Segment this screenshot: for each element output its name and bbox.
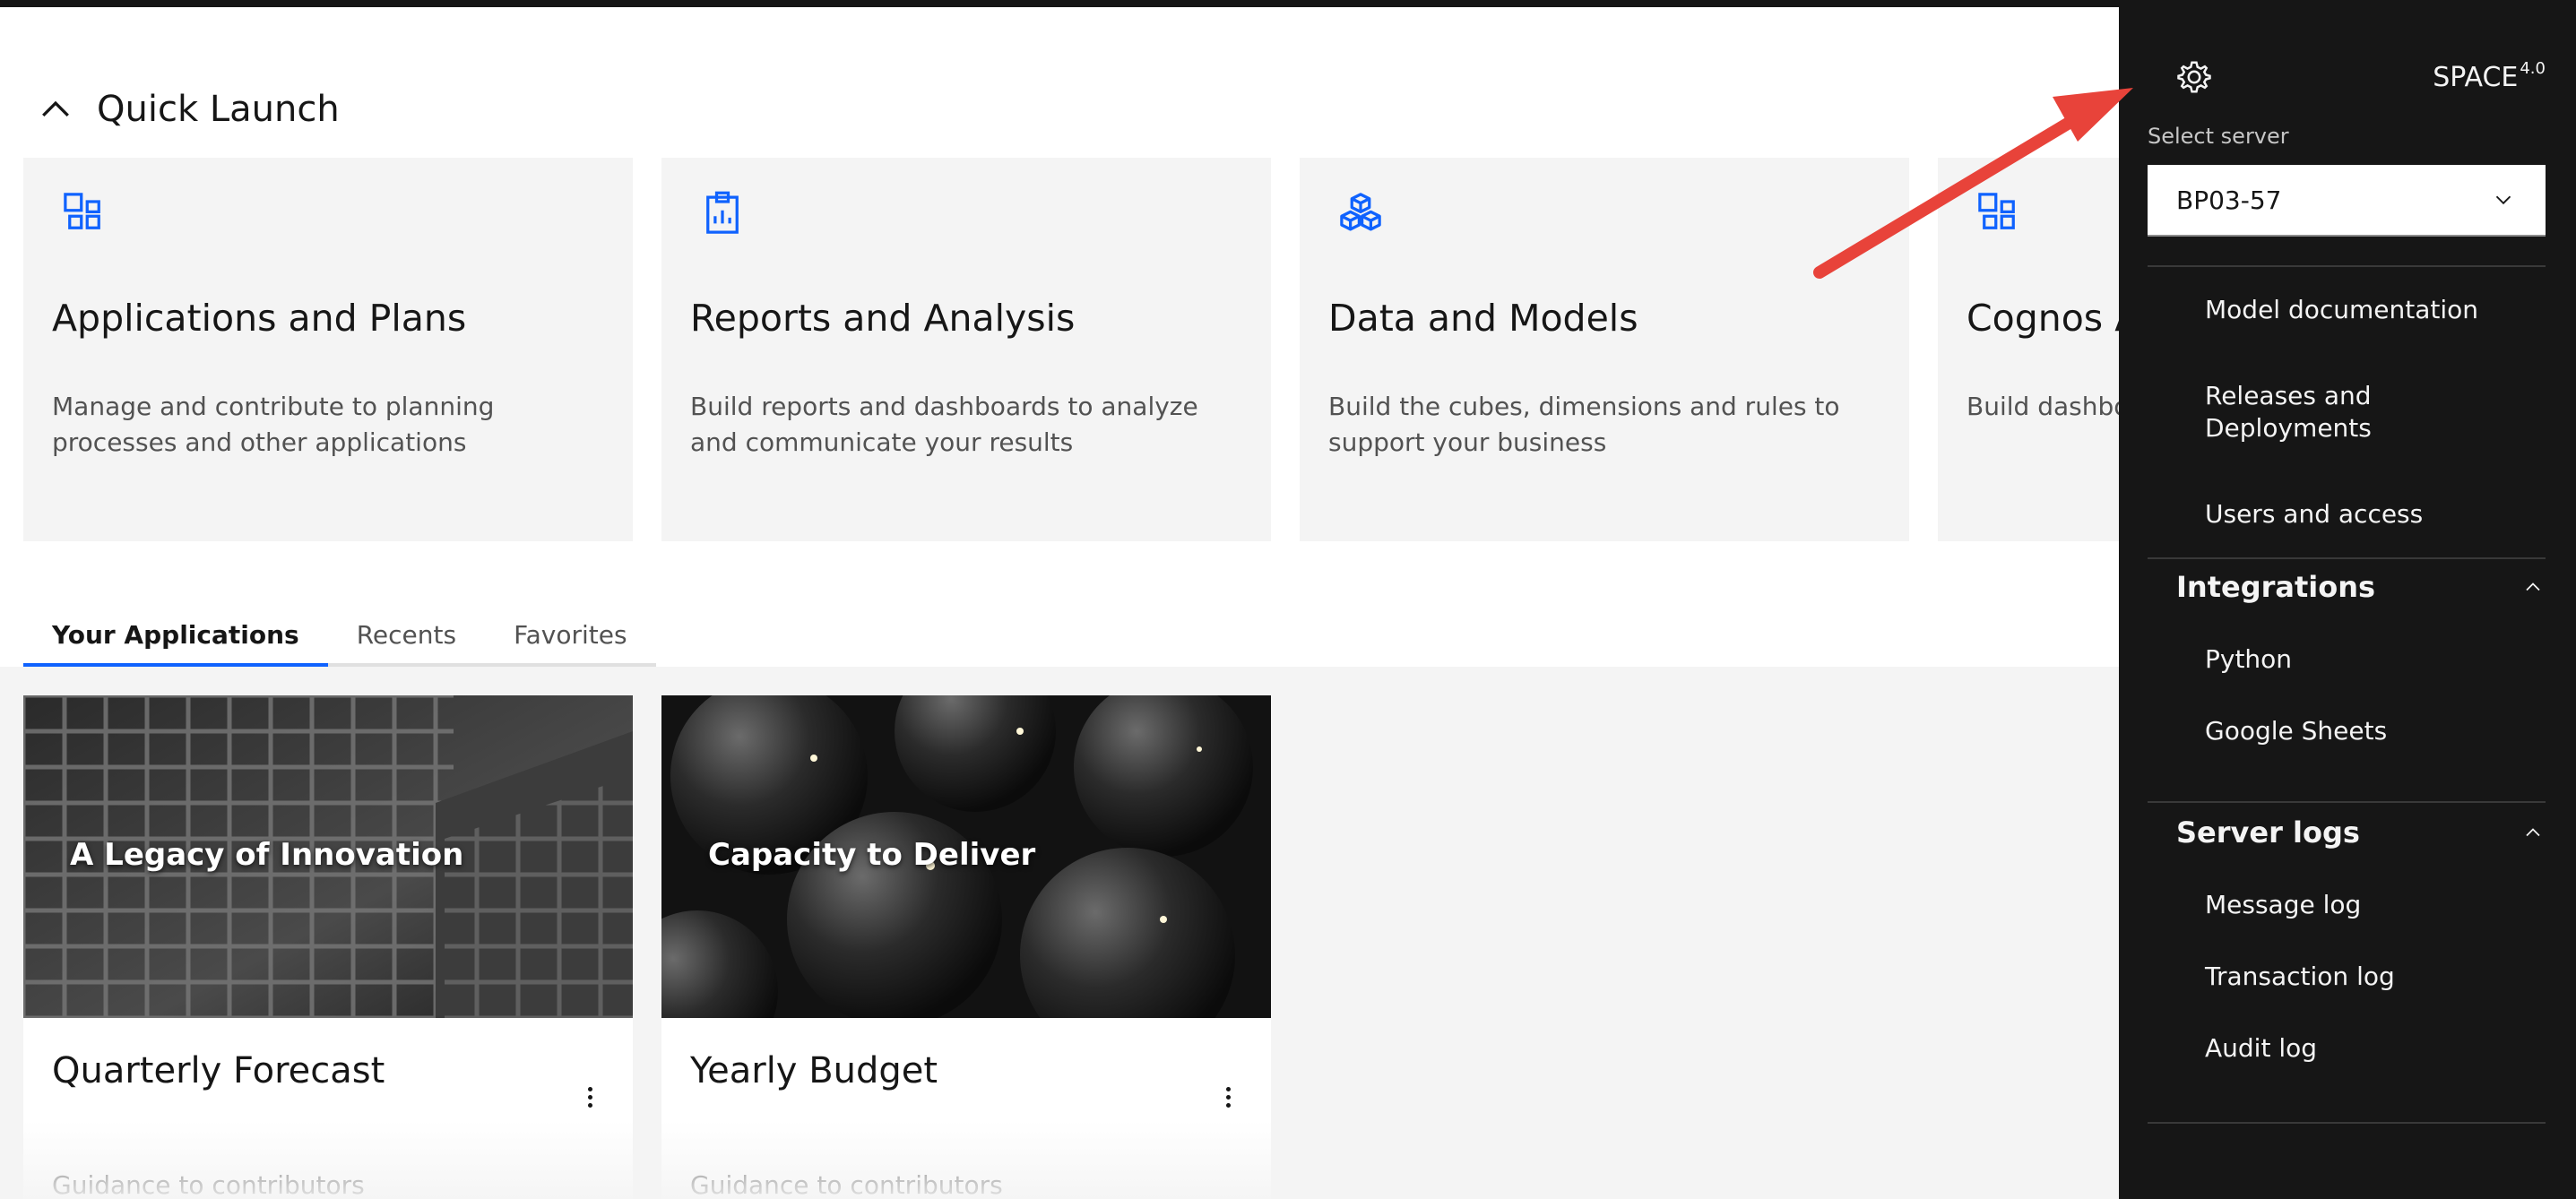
side-panel: SPACE 4.0 Select server BP03-57 Model doc… (2119, 0, 2576, 1199)
card-description: Build the cubes, dimensions and rules to… (1328, 392, 1840, 457)
section-title: Integrations (2176, 570, 2376, 604)
application-tabs: Your Applications Recents Favorites (23, 606, 656, 667)
tab-favorites[interactable]: Favorites (485, 606, 656, 667)
app-name: Quarterly Forecast (52, 1050, 385, 1091)
overflow-menu-icon[interactable] (1217, 1079, 1239, 1115)
chevron-down-icon (2495, 195, 2511, 205)
server-value: BP03-57 (2176, 185, 2282, 215)
card-title: Data and Models (1328, 297, 1638, 340)
app-tile-quarterly-forecast[interactable]: A Legacy of Innovation Quarterly Forecas… (23, 695, 633, 1199)
card-reports-and-analysis[interactable]: Reports and Analysis Build reports and d… (661, 158, 1271, 541)
app-guidance: Guidance to contributors (52, 1170, 365, 1199)
divider (2148, 801, 2546, 803)
menu-item-releases-and-deployments[interactable]: Releases and Deployments (2205, 380, 2528, 444)
card-title: Applications and Plans (52, 297, 467, 340)
section-integrations[interactable]: Integrations (2176, 570, 2546, 604)
card-description: Build reports and dashboards to analyze … (690, 392, 1198, 457)
applications-icon (1978, 193, 2015, 229)
card-data-and-models[interactable]: Data and Models Build the cubes, dimensi… (1300, 158, 1909, 541)
divider (2148, 1122, 2546, 1124)
quick-launch-cards: Applications and Plans Manage and contri… (0, 158, 2119, 541)
select-server-label: Select server (2148, 124, 2289, 149)
app-guidance: Guidance to contributors (690, 1170, 1003, 1199)
top-bar (0, 0, 2119, 7)
cubes-icon (1340, 193, 1381, 231)
brand-version: 4.0 (2520, 59, 2546, 78)
menu-item-transaction-log[interactable]: Transaction log (2205, 961, 2528, 993)
chevron-up-icon (2526, 828, 2540, 837)
tab-recents[interactable]: Recents (327, 606, 486, 667)
menu-item-model-documentation[interactable]: Model documentation (2205, 294, 2528, 326)
card-title: Reports and Analysis (690, 297, 1076, 340)
quick-launch-title: Quick Launch (97, 89, 340, 130)
card-title: Cognos Analytics (1967, 297, 2119, 340)
overflow-menu-icon[interactable] (579, 1079, 601, 1115)
brand-label: SPACE 4.0 (2433, 59, 2546, 93)
section-server-logs[interactable]: Server logs (2176, 815, 2546, 850)
card-description: Build dashboards (1967, 392, 2119, 421)
applications-icon (64, 193, 100, 229)
server-select[interactable]: BP03-57 (2148, 165, 2546, 237)
divider (2148, 265, 2546, 267)
quick-launch-header[interactable]: Quick Launch (36, 82, 340, 136)
chevron-up-icon[interactable] (36, 90, 75, 129)
section-title: Server logs (2176, 815, 2360, 850)
brand-name: SPACE (2433, 62, 2519, 93)
divider (2148, 557, 2546, 559)
menu-item-users-and-access[interactable]: Users and access (2205, 498, 2528, 530)
card-cognos-analytics[interactable]: Cognos Analytics Build dashboards (1938, 158, 2119, 541)
report-clipboard-icon (706, 191, 739, 234)
card-description: Manage and contribute to planning proces… (52, 392, 495, 457)
card-applications-and-plans[interactable]: Applications and Plans Manage and contri… (23, 158, 633, 541)
chevron-up-icon (2526, 582, 2540, 591)
menu-item-google-sheets[interactable]: Google Sheets (2205, 715, 2528, 747)
tab-your-applications[interactable]: Your Applications (23, 606, 328, 667)
menu-item-message-log[interactable]: Message log (2205, 889, 2528, 921)
gear-icon[interactable] (2176, 59, 2212, 95)
app-tile-yearly-budget[interactable]: Capacity to Deliver Yearly Budget Guidan… (661, 695, 1271, 1199)
menu-item-audit-log[interactable]: Audit log (2205, 1032, 2528, 1065)
app-image-label: A Legacy of Innovation (70, 837, 464, 873)
menu-item-python[interactable]: Python (2205, 643, 2528, 676)
app-image-label: Capacity to Deliver (708, 837, 1036, 873)
app-name: Yearly Budget (690, 1050, 938, 1091)
